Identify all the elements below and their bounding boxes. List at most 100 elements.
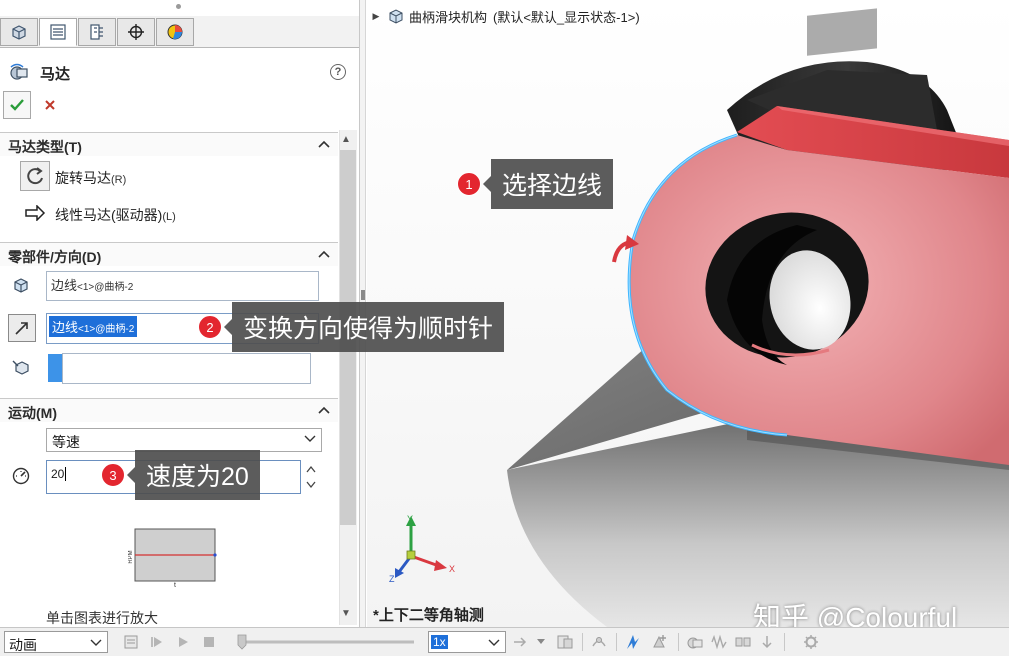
toolbar-separator (616, 633, 617, 651)
property-list-icon (50, 24, 66, 40)
timeline-slider[interactable] (236, 634, 416, 650)
playback-rate-select[interactable]: 1x (428, 631, 506, 653)
motion-type-select[interactable]: 等速 (46, 428, 322, 452)
motion-study-toolbar: 动画 1x (0, 627, 1009, 656)
component-direction-group-header[interactable]: 零部件/方向(D) (0, 242, 338, 266)
scroll-up-arrow-icon[interactable]: ▲ (341, 134, 351, 145)
motor-type-group-header[interactable]: 马达类型(T) (0, 132, 338, 156)
speed-value: 20 (51, 467, 65, 481)
feature-tree-breadcrumb[interactable]: ▶ 曲柄滑块机构 (默认<默认_显示状态-1>) (367, 6, 640, 26)
motion-profile-chart[interactable]: RPM t (128, 527, 220, 589)
feature-tree-icon (12, 25, 26, 40)
selected-edge-item[interactable]: 边线<1>@曲柄-2 (47, 315, 139, 338)
rotary-motor-button[interactable] (20, 161, 50, 191)
motor-location-icon (8, 272, 34, 298)
assembly-icon (389, 9, 403, 24)
save-animation-icon[interactable] (556, 633, 574, 651)
collapse-chevron-icon[interactable] (318, 139, 330, 149)
calculate-icon[interactable] (122, 633, 140, 651)
chart-zoom-hint: 单击图表进行放大 (46, 610, 158, 626)
property-manager-header: 马达 ? (0, 58, 359, 86)
autokey-icon[interactable] (624, 633, 642, 651)
motor-type-header-label: 马达类型(T) (8, 139, 82, 155)
add-key-icon[interactable] (650, 633, 668, 651)
reverse-direction-icon (15, 322, 28, 335)
callout-text-1: 选择边线 (482, 159, 614, 209)
collapse-chevron-icon[interactable] (318, 405, 330, 415)
playback-mode-dropdown-icon[interactable] (532, 633, 550, 651)
rotary-motor-option[interactable]: 旋转马达(R) (20, 161, 320, 191)
gravity-tool-icon[interactable] (758, 633, 776, 651)
contact-tool-icon[interactable] (734, 633, 752, 651)
motion-type-value: 等速 (52, 434, 80, 450)
manager-tab-strip (0, 16, 359, 48)
ok-button[interactable] (3, 91, 31, 119)
arrow-right-icon (25, 205, 46, 221)
help-icon[interactable]: ? (330, 64, 346, 80)
stop-icon[interactable] (200, 633, 218, 651)
crosshair-icon (128, 24, 144, 40)
chart-y-label: RPM (128, 550, 134, 563)
playback-mode-icon[interactable] (512, 633, 530, 651)
motion-group-header[interactable]: 运动(M) (0, 398, 338, 422)
motor-tool-icon[interactable] (686, 633, 704, 651)
axis-y-label: Y (407, 514, 413, 524)
reverse-direction-button[interactable] (8, 314, 36, 342)
appearance-pie-icon (167, 24, 183, 40)
speedometer-icon (8, 463, 34, 489)
slider-handle[interactable] (237, 634, 247, 650)
rotary-motor-label: 旋转马达(R) (55, 170, 127, 186)
expand-arrow-icon[interactable]: ▶ (367, 11, 385, 22)
axis-z-label: Z (389, 574, 395, 584)
tab-property-manager[interactable] (39, 18, 77, 46)
play-icon[interactable] (174, 633, 192, 651)
linear-motor-label: 线性马达(驱动器)(L) (55, 207, 176, 223)
callout-step-1: 1 选择边线 (457, 159, 614, 209)
callout-text-3: 速度为20 (127, 450, 260, 500)
chevron-down-icon (90, 639, 102, 646)
watermark: 知乎 @Colourful (753, 602, 958, 627)
rotary-motor-icon (27, 167, 43, 185)
component-to-move-field[interactable] (62, 353, 311, 384)
callout-badge-1: 1 (457, 172, 481, 196)
callout-step-2: 2 变换方向使得为顺时针 (198, 302, 505, 352)
motor-location-field[interactable]: 边线<1>@曲柄-2 (46, 271, 319, 301)
scroll-down-arrow-icon[interactable]: ▼ (341, 608, 351, 619)
study-type-select[interactable]: 动画 (4, 631, 108, 653)
study-type-value: 动画 (9, 637, 37, 653)
callout-badge-3: 3 (101, 463, 125, 487)
checkmark-icon (10, 99, 24, 111)
tab-configuration-manager[interactable] (78, 18, 116, 46)
component-color-swatch (48, 354, 62, 382)
tab-dimxpert-manager[interactable] (117, 18, 155, 46)
chevron-down-icon (304, 435, 316, 442)
panel-grip[interactable] (176, 4, 181, 9)
axis-x-label: X (449, 564, 455, 574)
tab-feature-manager[interactable] (0, 18, 38, 46)
motor-icon (10, 63, 28, 80)
collapse-chevron-icon[interactable] (318, 249, 330, 259)
reference-triad: Y X Z (389, 514, 455, 584)
tab-display-manager[interactable] (156, 18, 194, 46)
animation-wizard-icon[interactable] (590, 633, 608, 651)
configuration-icon (90, 24, 103, 40)
linear-motor-option[interactable]: 线性马达(驱动器)(L) (20, 198, 320, 228)
splitter-grip[interactable] (361, 290, 365, 300)
toolbar-separator (678, 633, 679, 651)
component-to-move-icon (8, 354, 34, 380)
spring-tool-icon[interactable] (710, 633, 728, 651)
speed-spinner[interactable] (304, 462, 318, 492)
toolbar-separator (582, 633, 583, 651)
assembly-name: 曲柄滑块机构 (409, 9, 488, 25)
motion-header-label: 运动(M) (8, 405, 57, 421)
component-direction-header-label: 零部件/方向(D) (8, 249, 102, 265)
gear-icon[interactable] (802, 633, 820, 651)
property-manager-title: 马达 (40, 66, 71, 83)
close-icon (45, 100, 55, 110)
callout-badge-2: 2 (198, 315, 222, 339)
linear-motor-button[interactable] (20, 198, 50, 228)
chevron-down-icon (488, 639, 500, 646)
callout-text-2: 变换方向使得为顺时针 (223, 302, 505, 352)
play-from-start-icon[interactable] (148, 633, 166, 651)
cancel-button[interactable] (38, 93, 62, 117)
